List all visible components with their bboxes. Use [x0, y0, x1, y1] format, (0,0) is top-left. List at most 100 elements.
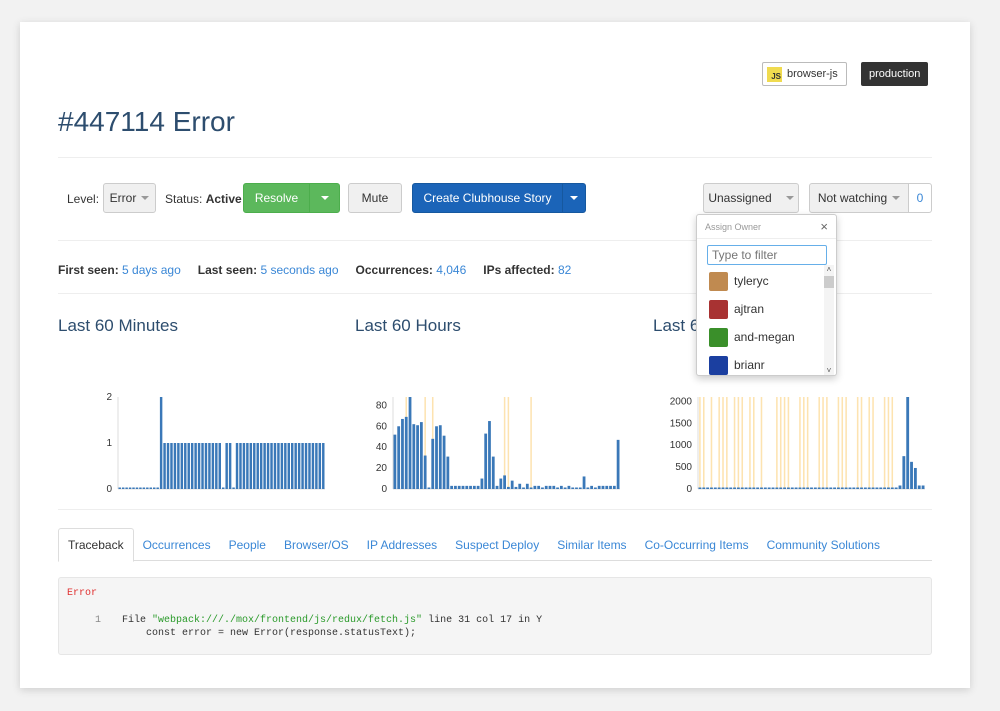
- tab-browser-os[interactable]: Browser/OS: [275, 528, 358, 561]
- bar[interactable]: [166, 443, 170, 489]
- bar[interactable]: [128, 487, 132, 490]
- bar[interactable]: [883, 487, 887, 490]
- bar[interactable]: [590, 485, 594, 489]
- bar[interactable]: [469, 485, 472, 489]
- bar[interactable]: [139, 487, 142, 490]
- bar[interactable]: [503, 475, 506, 489]
- owner-option[interactable]: tyleryc: [697, 267, 836, 295]
- bar[interactable]: [153, 487, 156, 490]
- bar[interactable]: [408, 397, 412, 489]
- scrollbar-thumb[interactable]: [824, 276, 834, 288]
- bar[interactable]: [771, 487, 775, 490]
- tab-occurrences[interactable]: Occurrences: [134, 528, 220, 561]
- bar[interactable]: [488, 421, 491, 489]
- bar[interactable]: [806, 487, 810, 490]
- bar[interactable]: [887, 487, 890, 490]
- bar[interactable]: [416, 425, 419, 489]
- bar[interactable]: [232, 487, 235, 490]
- bar[interactable]: [197, 443, 201, 489]
- bar[interactable]: [567, 485, 571, 489]
- bar[interactable]: [270, 443, 273, 489]
- bar[interactable]: [575, 487, 578, 490]
- owner-filter-input[interactable]: [707, 245, 827, 265]
- bar[interactable]: [616, 439, 620, 489]
- bar[interactable]: [837, 487, 840, 490]
- bar[interactable]: [401, 418, 404, 489]
- bar[interactable]: [856, 487, 860, 490]
- bar[interactable]: [786, 487, 790, 490]
- bar[interactable]: [419, 422, 423, 489]
- bar[interactable]: [717, 487, 721, 490]
- bar[interactable]: [609, 485, 612, 489]
- bar[interactable]: [902, 456, 906, 489]
- resolve-options-button[interactable]: [309, 183, 340, 213]
- close-icon[interactable]: ×: [820, 219, 828, 234]
- bar[interactable]: [218, 443, 221, 489]
- bar[interactable]: [852, 487, 856, 490]
- stat-value[interactable]: 4,046: [436, 263, 466, 277]
- bar[interactable]: [287, 443, 290, 489]
- stat-value[interactable]: 5 seconds ago: [260, 263, 338, 277]
- bar[interactable]: [510, 480, 514, 489]
- mute-button[interactable]: Mute: [348, 183, 402, 213]
- bar[interactable]: [552, 485, 556, 489]
- bar[interactable]: [597, 485, 601, 489]
- bar[interactable]: [142, 487, 146, 490]
- owner-option[interactable]: and-megan: [697, 323, 836, 351]
- bar[interactable]: [495, 485, 499, 489]
- clubhouse-options-button[interactable]: [562, 183, 586, 213]
- tab-co-occurring-items[interactable]: Co-Occurring Items: [636, 528, 758, 561]
- bar[interactable]: [235, 443, 239, 489]
- bar[interactable]: [702, 487, 706, 490]
- bar[interactable]: [484, 433, 488, 489]
- bar[interactable]: [393, 434, 397, 489]
- bar[interactable]: [242, 443, 246, 489]
- bar[interactable]: [802, 487, 806, 490]
- bar[interactable]: [450, 485, 454, 489]
- bar[interactable]: [541, 487, 544, 490]
- bar[interactable]: [860, 487, 863, 490]
- bar[interactable]: [280, 443, 284, 489]
- bar[interactable]: [710, 487, 713, 490]
- assign-owner-dropdown[interactable]: Unassigned: [703, 183, 799, 213]
- bar[interactable]: [817, 487, 821, 490]
- bar[interactable]: [760, 487, 763, 490]
- bar[interactable]: [810, 487, 813, 490]
- resolve-button[interactable]: Resolve: [243, 183, 310, 213]
- bar[interactable]: [184, 443, 187, 489]
- bar[interactable]: [821, 487, 825, 490]
- bar[interactable]: [790, 487, 794, 490]
- bar[interactable]: [794, 487, 798, 490]
- bar[interactable]: [844, 487, 848, 490]
- bar[interactable]: [132, 487, 135, 490]
- bar[interactable]: [763, 487, 767, 490]
- bar[interactable]: [208, 443, 211, 489]
- bar[interactable]: [149, 487, 152, 490]
- bar[interactable]: [840, 487, 844, 490]
- bar[interactable]: [910, 461, 913, 489]
- owner-option[interactable]: ajtran: [697, 295, 836, 323]
- bar[interactable]: [556, 487, 559, 490]
- bar[interactable]: [322, 443, 325, 489]
- tab-ip-addresses[interactable]: IP Addresses: [358, 528, 447, 561]
- bar[interactable]: [465, 485, 469, 489]
- bar[interactable]: [775, 487, 779, 490]
- bar[interactable]: [284, 443, 287, 489]
- bar[interactable]: [253, 443, 256, 489]
- bar[interactable]: [435, 426, 438, 489]
- bar[interactable]: [533, 485, 537, 489]
- bar[interactable]: [752, 487, 756, 490]
- bar[interactable]: [848, 487, 852, 490]
- bar[interactable]: [825, 487, 829, 490]
- bar[interactable]: [215, 443, 218, 489]
- tab-community-solutions[interactable]: Community Solutions: [758, 528, 889, 561]
- bar[interactable]: [586, 487, 590, 490]
- stat-value[interactable]: 5 days ago: [122, 263, 181, 277]
- bar[interactable]: [121, 487, 125, 490]
- bar[interactable]: [315, 443, 318, 489]
- bar[interactable]: [159, 397, 163, 489]
- bar[interactable]: [525, 483, 529, 489]
- bar[interactable]: [612, 485, 616, 489]
- bar[interactable]: [721, 487, 725, 490]
- bar[interactable]: [263, 443, 266, 489]
